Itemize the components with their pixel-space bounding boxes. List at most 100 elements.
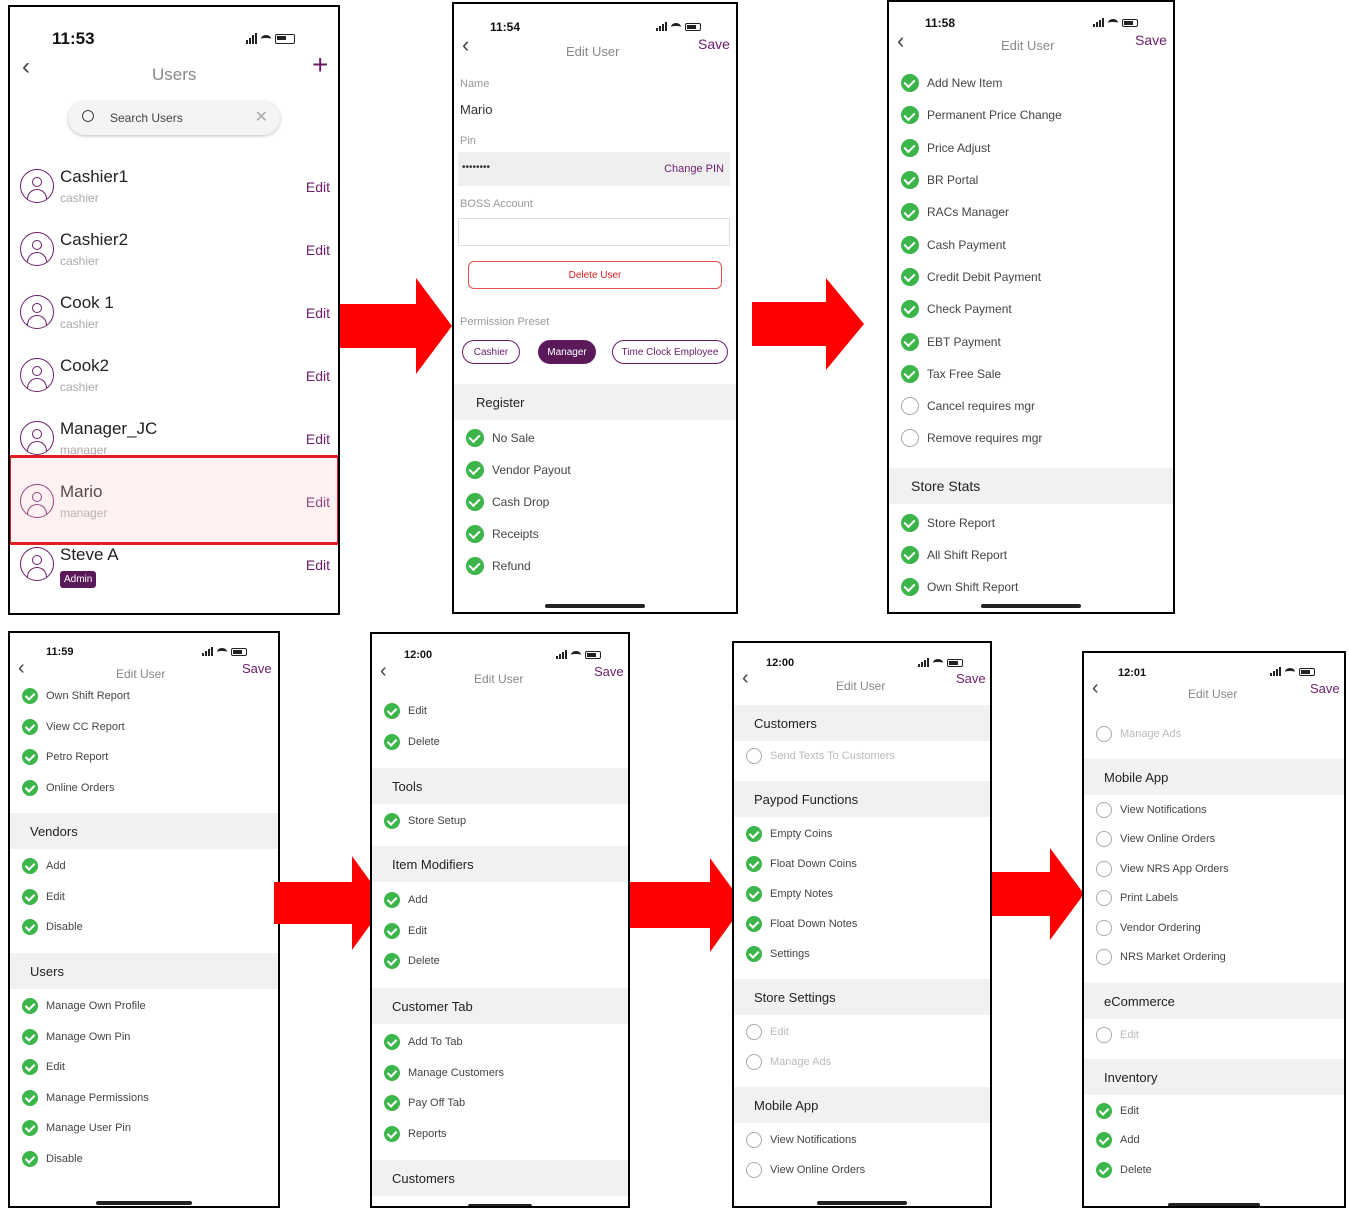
checkmark-icon[interactable] xyxy=(901,235,919,254)
checkmark-icon[interactable] xyxy=(22,888,38,905)
permission-row[interactable]: View Notifications xyxy=(1084,795,1344,825)
checkmark-icon[interactable] xyxy=(746,826,762,842)
permission-row[interactable]: Receipts xyxy=(454,518,736,550)
back-chevron-icon[interactable]: ‹ xyxy=(18,657,25,680)
checkmark-icon[interactable] xyxy=(466,461,484,479)
permission-row[interactable]: View NRS App Orders xyxy=(1084,854,1344,884)
back-chevron-icon[interactable]: ‹ xyxy=(742,667,749,690)
empty-circle-icon[interactable] xyxy=(746,1024,762,1040)
checkmark-icon[interactable] xyxy=(22,749,38,766)
user-row[interactable]: Cashier2 cashier Edit xyxy=(10,220,338,282)
permission-row[interactable]: All Shift Report xyxy=(889,539,1173,571)
save-button[interactable]: Save xyxy=(1310,681,1340,696)
edit-user-button[interactable]: Edit xyxy=(306,368,330,384)
permission-row[interactable]: View Online Orders xyxy=(1084,825,1344,855)
checkmark-icon[interactable] xyxy=(1096,1161,1112,1178)
checkmark-icon[interactable] xyxy=(22,718,38,735)
permission-row[interactable]: Edit xyxy=(734,1017,990,1047)
permission-row[interactable]: RACs Manager xyxy=(889,196,1173,228)
permission-row[interactable]: Send Texts To Customers xyxy=(734,741,990,771)
preset-time-clock-button[interactable]: Time Clock Employee xyxy=(612,340,728,364)
plus-icon[interactable]: + xyxy=(312,51,328,79)
permission-row[interactable]: Own Shift Report xyxy=(889,571,1173,603)
empty-circle-icon[interactable] xyxy=(901,397,919,416)
empty-circle-icon[interactable] xyxy=(1096,831,1112,848)
edit-user-button[interactable]: Edit xyxy=(306,431,330,447)
user-row[interactable]: Cook 1 cashier Edit xyxy=(10,283,338,345)
checkmark-icon[interactable] xyxy=(466,557,484,575)
checkmark-icon[interactable] xyxy=(901,300,919,319)
checkmark-icon[interactable] xyxy=(466,493,484,511)
permission-row[interactable]: Manage Ads xyxy=(734,1047,990,1077)
permission-row[interactable]: Edit xyxy=(372,916,628,947)
checkmark-icon[interactable] xyxy=(746,916,762,932)
checkmark-icon[interactable] xyxy=(22,1089,38,1106)
permission-row[interactable]: Add New Item xyxy=(889,67,1173,99)
permission-row[interactable]: Empty Coins xyxy=(734,819,990,849)
back-chevron-icon[interactable]: ‹ xyxy=(1092,677,1099,700)
edit-user-button[interactable]: Edit xyxy=(306,305,330,321)
checkmark-icon[interactable] xyxy=(384,922,400,939)
permission-row[interactable]: Manage Own Profile xyxy=(10,991,278,1022)
checkmark-icon[interactable] xyxy=(746,886,762,902)
save-button[interactable]: Save xyxy=(242,661,272,676)
permission-row[interactable]: Manage Customers xyxy=(372,1058,628,1089)
permission-row[interactable]: Manage Own Pin xyxy=(10,1022,278,1053)
checkmark-icon[interactable] xyxy=(901,138,919,157)
edit-user-button[interactable]: Edit xyxy=(306,242,330,258)
permission-row[interactable]: Vendor Ordering xyxy=(1084,913,1344,943)
save-button[interactable]: Save xyxy=(1135,32,1167,48)
permission-row[interactable]: Cash Drop xyxy=(454,486,736,518)
permission-row[interactable]: Credit Debit Payment xyxy=(889,261,1173,293)
checkmark-icon[interactable] xyxy=(22,998,38,1015)
checkmark-icon[interactable] xyxy=(746,946,762,962)
permission-row[interactable]: Manage Permissions xyxy=(10,1083,278,1114)
empty-circle-icon[interactable] xyxy=(1096,890,1112,907)
permission-row[interactable]: Vendor Payout xyxy=(454,454,736,486)
pin-field[interactable]: •••••••• Change PIN xyxy=(458,152,730,186)
empty-circle-icon[interactable] xyxy=(1096,860,1112,877)
permission-row[interactable]: NRS Market Ordering xyxy=(1084,943,1344,973)
empty-circle-icon[interactable] xyxy=(746,1054,762,1070)
checkmark-icon[interactable] xyxy=(384,733,400,750)
checkmark-icon[interactable] xyxy=(384,892,400,909)
checkmark-icon[interactable] xyxy=(22,1150,38,1167)
permission-row[interactable]: Add To Tab xyxy=(372,1027,628,1058)
permission-row[interactable]: Manage Ads xyxy=(1084,719,1344,749)
checkmark-icon[interactable] xyxy=(1096,1132,1112,1149)
checkmark-icon[interactable] xyxy=(22,1028,38,1045)
checkmark-icon[interactable] xyxy=(384,1125,400,1142)
permission-row[interactable]: Settings xyxy=(734,939,990,969)
permission-row[interactable]: Remove requires mgr xyxy=(889,422,1173,454)
checkmark-icon[interactable] xyxy=(384,1034,400,1051)
user-row[interactable]: Cook2 cashier Edit xyxy=(10,346,338,408)
empty-circle-icon[interactable] xyxy=(1096,949,1112,966)
permission-row[interactable]: Edit xyxy=(10,1052,278,1083)
empty-circle-icon[interactable] xyxy=(1096,726,1112,742)
permission-row[interactable]: Delete xyxy=(1084,1155,1344,1185)
checkmark-icon[interactable] xyxy=(22,858,38,875)
permission-row[interactable]: Disable xyxy=(10,912,278,943)
checkmark-icon[interactable] xyxy=(901,106,919,125)
back-chevron-icon[interactable]: ‹ xyxy=(380,660,387,683)
checkmark-icon[interactable] xyxy=(22,688,38,705)
checkmark-icon[interactable] xyxy=(901,332,919,351)
permission-row[interactable]: Store Report xyxy=(889,507,1173,539)
empty-circle-icon[interactable] xyxy=(901,429,919,448)
permission-row[interactable]: Add xyxy=(10,851,278,882)
permission-row[interactable]: Cancel requires mgr xyxy=(889,390,1173,422)
delete-user-button[interactable]: Delete User xyxy=(468,261,722,289)
checkmark-icon[interactable] xyxy=(384,703,400,720)
permission-row[interactable]: BR Portal xyxy=(889,164,1173,196)
permission-row[interactable]: Petro Report xyxy=(10,742,278,773)
empty-circle-icon[interactable] xyxy=(1096,1027,1112,1043)
back-chevron-icon[interactable]: ‹ xyxy=(897,28,904,54)
permission-row[interactable]: Delete xyxy=(372,727,628,758)
checkmark-icon[interactable] xyxy=(466,525,484,543)
permission-row[interactable]: Reports xyxy=(372,1119,628,1150)
permission-row[interactable]: Tax Free Sale xyxy=(889,358,1173,390)
permission-row[interactable]: Float Down Coins xyxy=(734,849,990,879)
permission-row[interactable]: Cash Payment xyxy=(889,229,1173,261)
empty-circle-icon[interactable] xyxy=(746,1162,762,1178)
permission-row[interactable]: View Notifications xyxy=(734,1125,990,1155)
